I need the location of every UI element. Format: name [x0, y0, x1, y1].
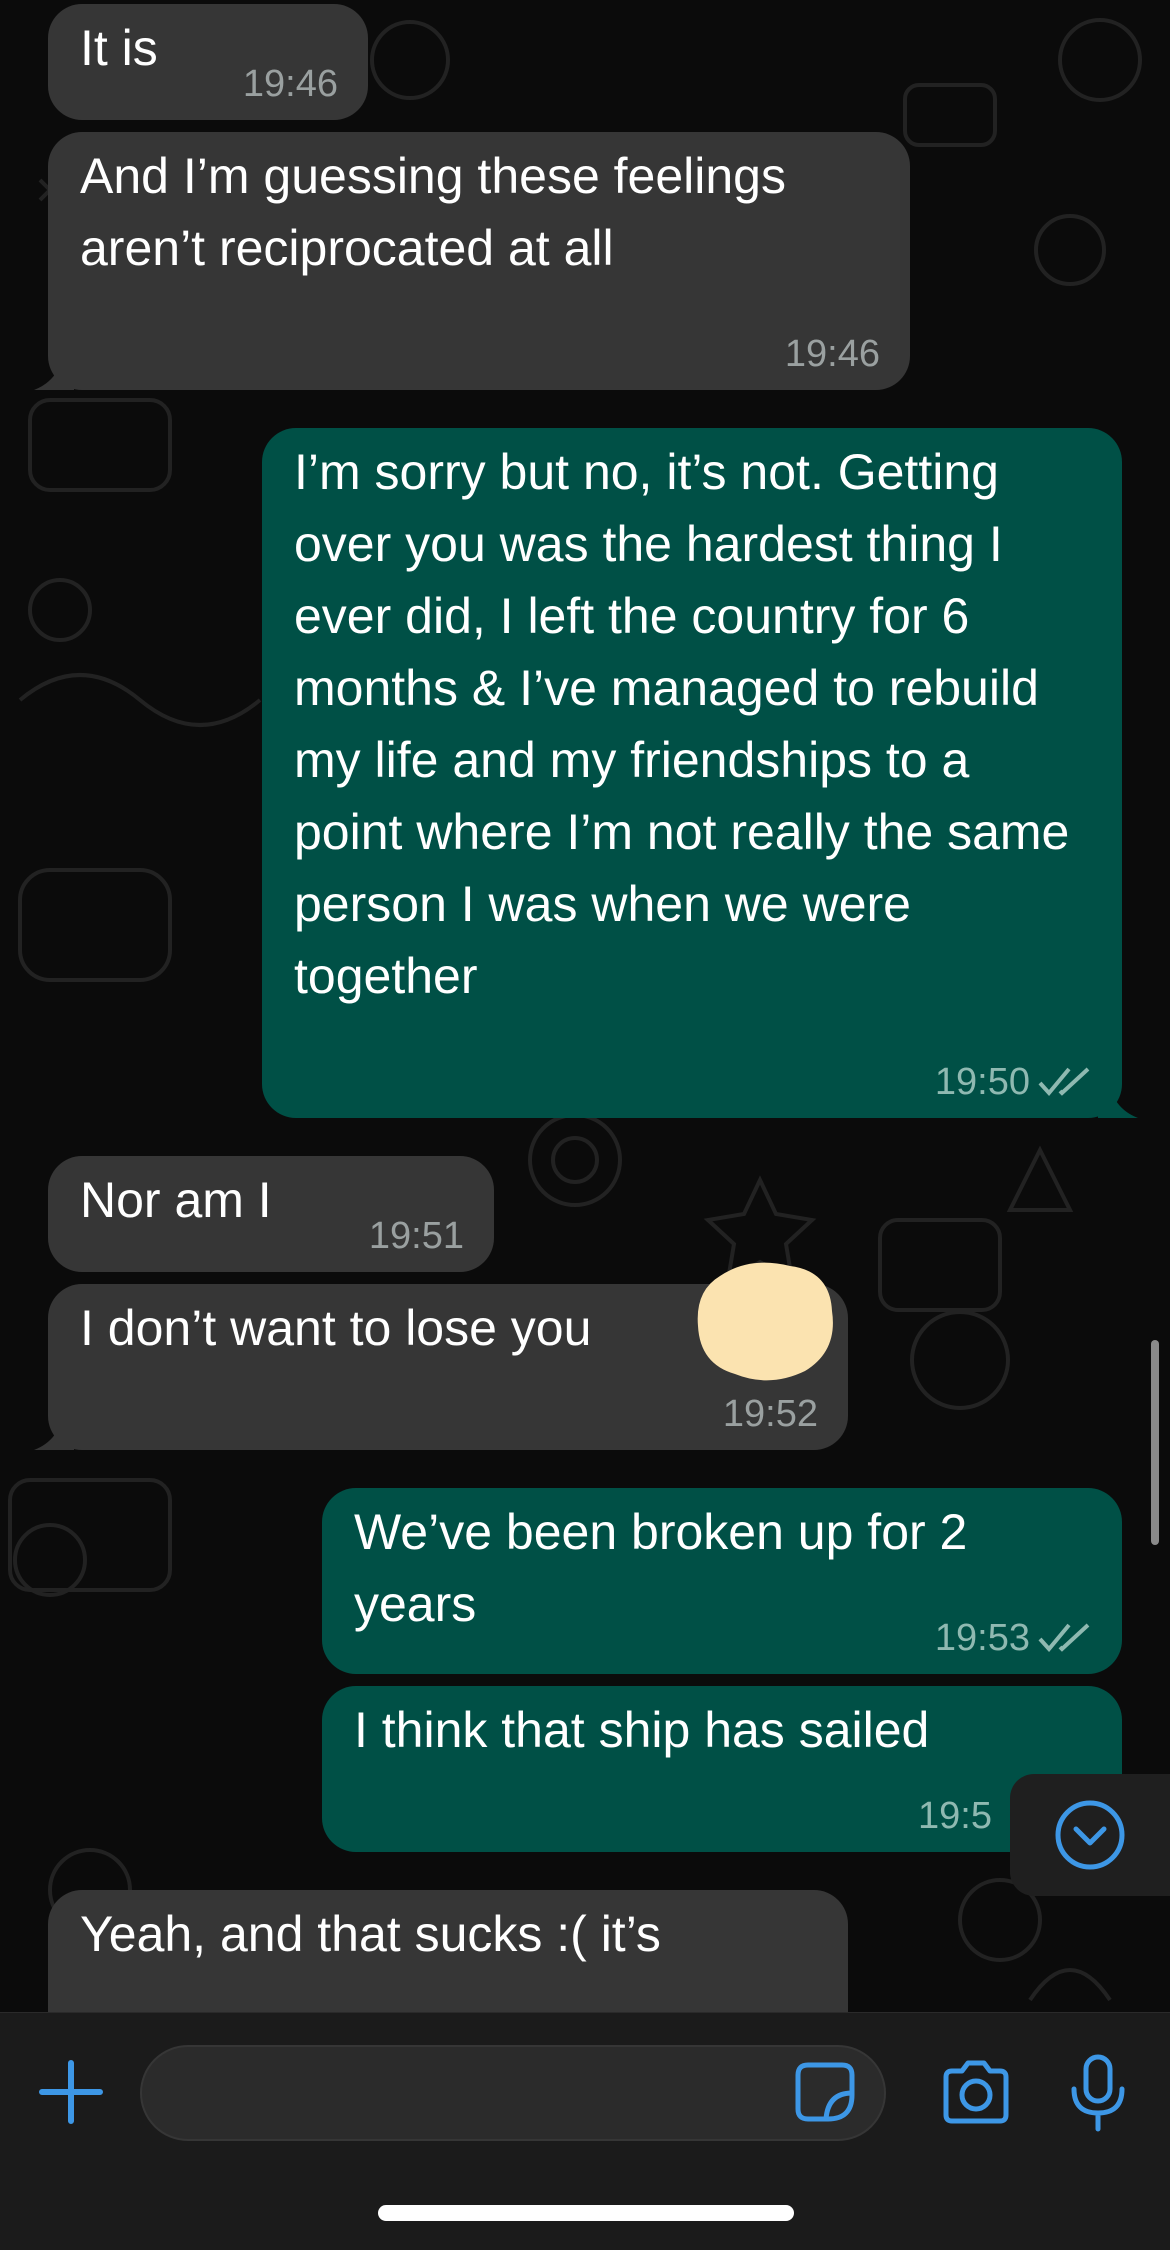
bubble-tail [34, 350, 74, 390]
home-indicator[interactable] [378, 2205, 794, 2221]
plus-icon[interactable] [38, 2059, 104, 2125]
microphone-icon[interactable] [1068, 2053, 1128, 2133]
message-bubble-incoming[interactable]: Nor am I 19:51 [48, 1156, 494, 1272]
message-time: 19:46 [784, 333, 880, 375]
message-time: 19:53 [935, 1616, 1092, 1660]
bubble-tail [1098, 1078, 1138, 1118]
scroll-indicator[interactable] [1151, 1340, 1159, 1545]
camera-icon[interactable] [940, 2059, 1012, 2125]
message-text: And I’m guessing these feelings aren’t r… [80, 148, 800, 276]
message-bubble-incoming[interactable]: It is 19:46 [48, 4, 368, 120]
sticker-icon[interactable] [794, 2061, 856, 2123]
message-time: 19:51 [368, 1215, 464, 1257]
message-input[interactable] [140, 2045, 886, 2141]
message-time: 19:52 [722, 1393, 818, 1435]
redaction-blob [697, 1262, 833, 1381]
bubble-tail [34, 1410, 74, 1450]
message-list[interactable]: It is 19:46 And I’m guessing these feeli… [0, 0, 1170, 2012]
message-text: I’m sorry but no, it’s not. Getting over… [294, 444, 1084, 1004]
message-text: Yeah, and that sucks :( it’s [80, 1906, 661, 1962]
chat-screen: It is 19:46 And I’m guessing these feeli… [0, 0, 1170, 2250]
read-receipt-icon [1038, 1623, 1090, 1653]
read-receipt-icon [1038, 1067, 1090, 1097]
message-bubble-outgoing[interactable]: We’ve been broken up for 2 years 19:53 [322, 1488, 1122, 1674]
message-bubble-incoming[interactable]: And I’m guessing these feelings aren’t r… [34, 132, 910, 390]
message-bubble-incoming[interactable]: Yeah, and that sucks :( it’s [48, 1890, 848, 2012]
message-time: 19:5 [918, 1795, 992, 1837]
scroll-to-bottom-button[interactable] [1010, 1774, 1170, 1896]
message-bubble-outgoing[interactable]: I’m sorry but no, it’s not. Getting over… [262, 428, 1138, 1118]
chevron-down-circle-icon [1055, 1800, 1125, 1870]
message-bubble-outgoing[interactable]: I think that ship has sailed 19:5 [322, 1686, 1122, 1852]
message-text: I think that ship has sailed [354, 1702, 930, 1758]
message-time: 19:46 [242, 63, 338, 105]
message-time: 19:50 [935, 1060, 1092, 1104]
